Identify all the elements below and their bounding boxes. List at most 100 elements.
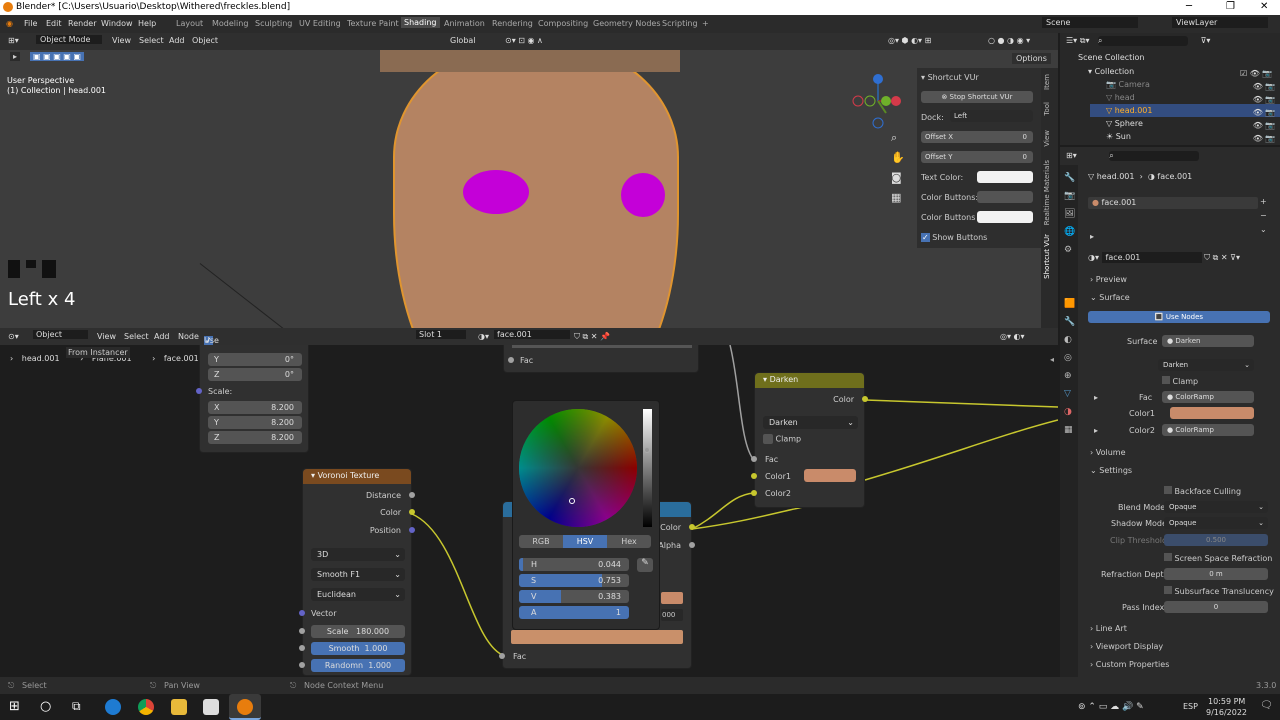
- props-clamp-checkbox[interactable]: Clamp: [1162, 376, 1198, 386]
- surface-panel[interactable]: ⌄ Surface: [1090, 293, 1130, 302]
- vector-input-socket[interactable]: [196, 388, 202, 394]
- dimensions-dropdown[interactable]: 3D ⌄: [311, 548, 405, 561]
- properties-tab-icons[interactable]: 🔧 📷 🖼 🌐 ⚙ 🟧 🔧 ◐ ◎ ⊕ ▽ ◑ ▦: [1064, 169, 1075, 439]
- viewlayer-selector[interactable]: ViewLayer: [1172, 17, 1268, 28]
- feature-dropdown[interactable]: Smooth F1 ⌄: [311, 568, 405, 581]
- color-picker-popup[interactable]: RGB HSV Hex H 0.044 S 0.753 V 0.383 A1 ✎: [512, 400, 660, 630]
- darken-fac-socket[interactable]: [751, 456, 757, 462]
- tab-rendering[interactable]: Rendering: [492, 19, 533, 28]
- tab-geometry-nodes[interactable]: Geometry Nodes: [593, 19, 660, 28]
- blend-type-dropdown[interactable]: Darken ⌄: [763, 416, 858, 429]
- expand-icon[interactable]: ▸: [1094, 426, 1098, 435]
- tab-uv-editing[interactable]: UV Editing: [299, 19, 341, 28]
- editor-type-icon[interactable]: ⊙▾: [8, 332, 19, 341]
- shading-mode-icons[interactable]: ○ ● ◑ ◉ ▾: [988, 36, 1030, 45]
- menu-file[interactable]: File: [24, 19, 37, 28]
- node-menu-add[interactable]: Add: [154, 332, 170, 341]
- blender-taskbar-button[interactable]: [229, 694, 261, 720]
- navigation-gizmo[interactable]: [848, 71, 908, 131]
- darken-mix-node[interactable]: ▾ Darken Color Darken ⌄ Clamp Fac Color1 …: [751, 372, 868, 508]
- windows-start-icon[interactable]: ⊞: [9, 699, 25, 715]
- pass-index-field[interactable]: 0: [1164, 601, 1268, 613]
- dock-dropdown[interactable]: Left: [950, 110, 1033, 122]
- maximize-icon[interactable]: ❐: [1226, 1, 1235, 12]
- breadcrumb-material[interactable]: face.001: [164, 354, 199, 363]
- fac-socket[interactable]: [508, 357, 514, 363]
- tab-tool[interactable]: Tool: [1043, 102, 1051, 116]
- mix-color-socket[interactable]: [689, 524, 695, 530]
- hue-saturation-wheel[interactable]: [519, 409, 637, 527]
- color-buttons-swatch[interactable]: [977, 191, 1033, 203]
- value-slider-handle[interactable]: [644, 447, 650, 453]
- settings-panel[interactable]: ⌄ Settings: [1090, 466, 1132, 475]
- expand-icon[interactable]: ▸: [1094, 393, 1098, 402]
- edge-icon[interactable]: [105, 699, 121, 715]
- viewport-menu-view[interactable]: View: [112, 36, 131, 45]
- tab-animation[interactable]: Animation: [444, 19, 485, 28]
- tab-layout[interactable]: Layout: [176, 19, 203, 28]
- clock-date[interactable]: 9/16/2022: [1206, 708, 1247, 717]
- material-selector[interactable]: ◑▾ face.001 ⛉ ⧉ ✕ ⊽▾: [1088, 252, 1240, 263]
- rotation-z-field[interactable]: Z 0°: [208, 368, 302, 381]
- blender-menu-icon[interactable]: ◉: [6, 19, 13, 28]
- select-tool-icon[interactable]: ▸: [10, 52, 21, 61]
- filter-icon[interactable]: ⊽▾: [1201, 36, 1211, 45]
- camera-icon[interactable]: ◙: [891, 171, 902, 184]
- tab-shortcut-vur[interactable]: Shortcut VUr: [1043, 234, 1051, 279]
- preview-panel[interactable]: › Preview: [1090, 275, 1127, 284]
- tab-compositing[interactable]: Compositing: [538, 19, 588, 28]
- clip-threshold-field[interactable]: 0.500: [1164, 534, 1268, 546]
- viewport-menu-object[interactable]: Object: [192, 36, 218, 45]
- menu-help[interactable]: Help: [138, 19, 156, 28]
- outliner-item-head[interactable]: ▽ head: [1106, 93, 1135, 102]
- hue-field[interactable]: H 0.044: [519, 558, 629, 571]
- props-fac-value[interactable]: ● ColorRamp: [1162, 391, 1254, 403]
- store-icon[interactable]: [203, 699, 219, 715]
- shader-type-dropdown[interactable]: Object: [33, 330, 88, 339]
- tab-hex[interactable]: Hex: [607, 534, 651, 548]
- voronoi-node-header[interactable]: ▾ Voronoi Texture: [303, 469, 411, 484]
- vector-socket[interactable]: [299, 610, 305, 616]
- from-instancer-checkbox[interactable]: From Instancer: [66, 347, 130, 358]
- tab-texture-paint[interactable]: Texture Paint: [347, 19, 399, 28]
- scale-field[interactable]: Scale 180.000: [311, 625, 405, 638]
- darken-node-header[interactable]: ▾ Darken: [755, 373, 864, 388]
- orientation-dropdown[interactable]: Global: [450, 36, 476, 45]
- material-actions-icons[interactable]: ⛉ ⧉ ✕ 📌: [574, 332, 610, 342]
- tab-sculpting[interactable]: Sculpting: [255, 19, 292, 28]
- material-slot-list[interactable]: ● face.001: [1088, 197, 1258, 209]
- rotation-y-field[interactable]: Y 0°: [208, 353, 302, 366]
- refraction-depth-field[interactable]: 0 m: [1164, 568, 1268, 580]
- custom-properties-panel[interactable]: › Custom Properties: [1090, 660, 1169, 669]
- randomness-socket[interactable]: [299, 662, 305, 668]
- node-editor[interactable]: › head.001 › Plane.001 › face.001 From I…: [0, 345, 1058, 677]
- select-mode-icons[interactable]: ▣ ▣ ▣ ▣ ▣: [30, 52, 84, 61]
- search-icon[interactable]: ○: [40, 699, 56, 715]
- value-field[interactable]: V 0.383: [519, 590, 629, 603]
- wheel-cursor[interactable]: [569, 498, 575, 504]
- viewport-display-panel[interactable]: › Viewport Display: [1090, 642, 1163, 651]
- distance-socket[interactable]: [409, 492, 415, 498]
- scale-socket[interactable]: [299, 628, 305, 634]
- eyedropper-icon[interactable]: ✎: [637, 558, 653, 572]
- menu-window[interactable]: Window: [101, 19, 133, 28]
- tab-view[interactable]: View: [1043, 130, 1051, 147]
- subsurface-translucency-checkbox[interactable]: Subsurface Translucency: [1164, 586, 1274, 596]
- metric-dropdown[interactable]: Euclidean ⌄: [311, 588, 405, 601]
- outliner-item-head-001[interactable]: ▽ head.001: [1106, 106, 1153, 115]
- properties-editor[interactable]: ⊞▾ ⌕ ▽ head.001 › ◑ face.001 ● face.001 …: [1060, 147, 1280, 677]
- node-menu-node[interactable]: Node: [178, 332, 199, 341]
- outliner-item-sphere[interactable]: ▽ Sphere: [1106, 119, 1143, 128]
- mix-fac-socket[interactable]: [499, 653, 505, 659]
- offset-x-field[interactable]: Offset X 0: [921, 131, 1033, 143]
- viewport-menu-add[interactable]: Add: [169, 36, 185, 45]
- outliner[interactable]: ☰▾ ⧉▾ ⌕ ⊽▾ Scene Collection ▾ Collection…: [1060, 33, 1280, 145]
- value-slider[interactable]: [643, 409, 652, 527]
- backface-culling-checkbox[interactable]: Backface Culling: [1164, 486, 1241, 496]
- 3d-viewport[interactable]: User Perspective (1) Collection | head.0…: [0, 33, 1058, 328]
- darken-color1-socket[interactable]: [751, 473, 757, 479]
- randomness-field[interactable]: Randomn 1.000: [311, 659, 405, 672]
- properties-search[interactable]: ⌕: [1109, 151, 1200, 161]
- scroll-arrow-icon[interactable]: ◂: [1050, 355, 1054, 364]
- colorramp-node-partial[interactable]: Fac: [503, 345, 699, 373]
